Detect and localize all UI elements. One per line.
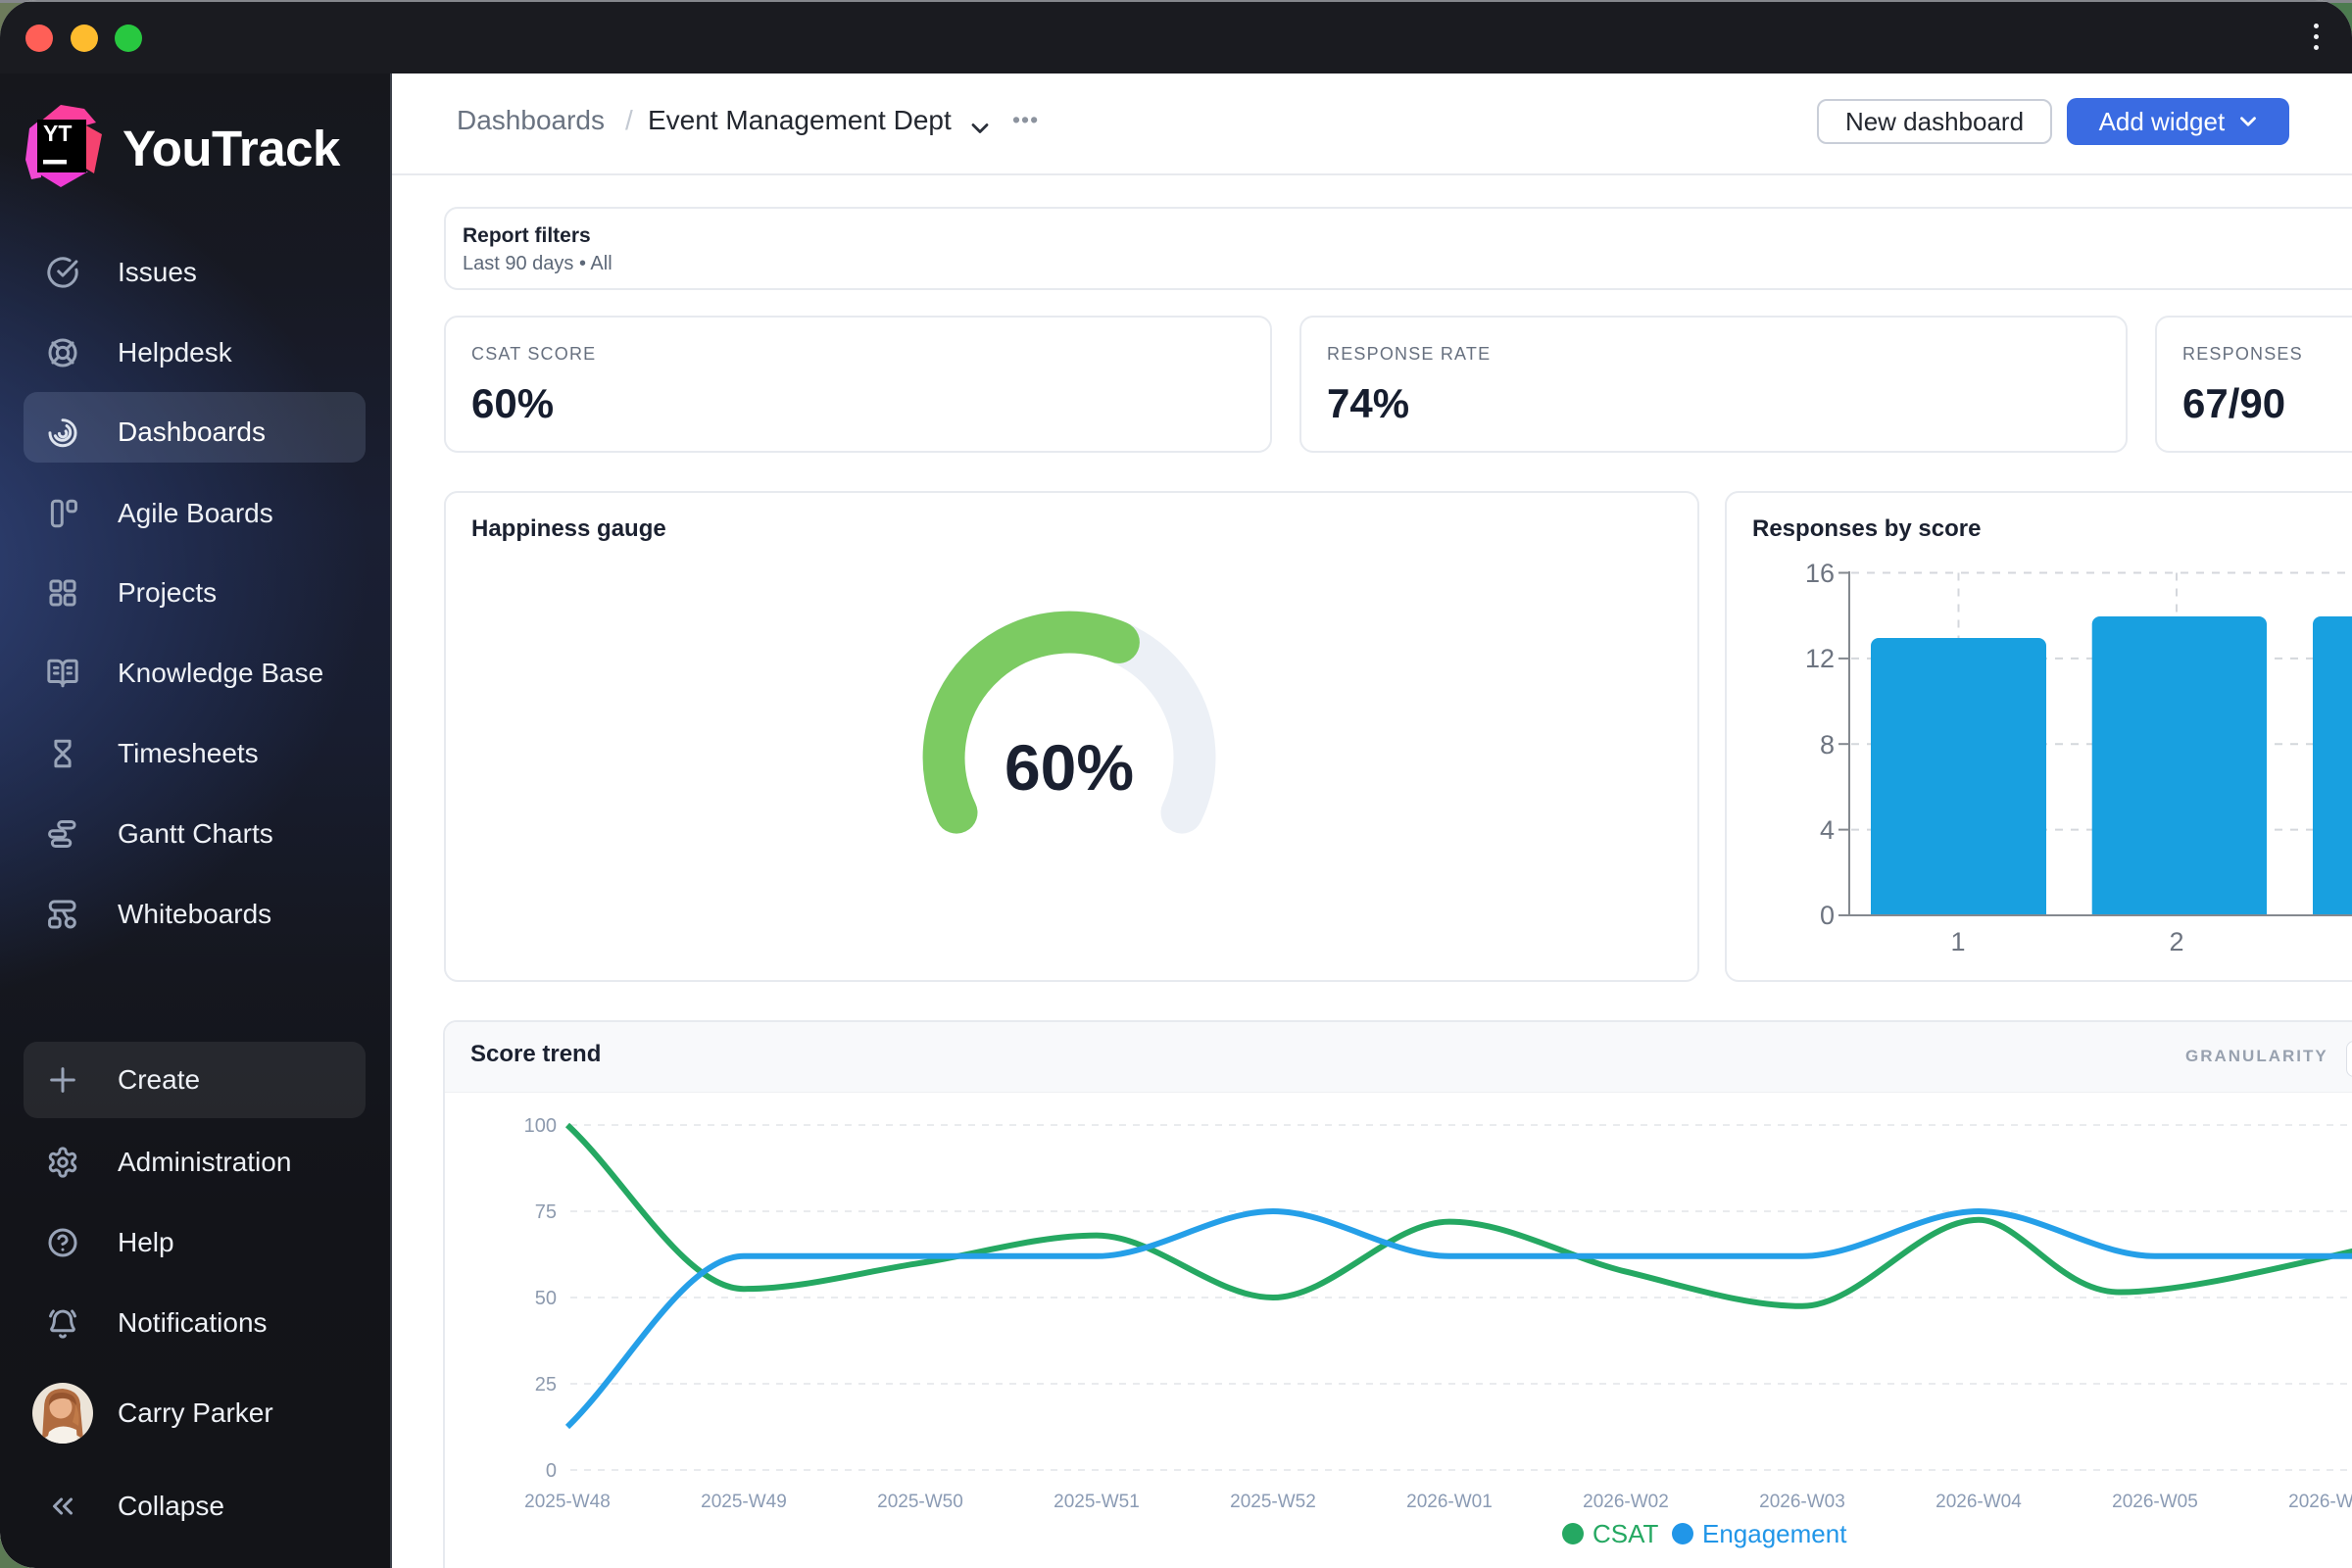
svg-text:YT: YT xyxy=(43,121,72,146)
svg-text:60%: 60% xyxy=(1004,731,1134,804)
svg-text:50: 50 xyxy=(535,1288,557,1309)
svg-text:0: 0 xyxy=(546,1460,557,1482)
svg-text:2025-W48: 2025-W48 xyxy=(524,1492,611,1512)
svg-text:2026-W05: 2026-W05 xyxy=(2112,1492,2198,1512)
svg-text:2026-W03: 2026-W03 xyxy=(1759,1492,1845,1512)
svg-text:100: 100 xyxy=(524,1115,557,1137)
svg-text:12: 12 xyxy=(1805,644,1835,673)
svg-text:2026-W02: 2026-W02 xyxy=(1583,1492,1669,1512)
svg-text:CSAT: CSAT xyxy=(1592,1519,1659,1548)
svg-text:2025-W49: 2025-W49 xyxy=(701,1492,787,1512)
svg-text:16: 16 xyxy=(1805,559,1835,588)
svg-text:1: 1 xyxy=(1950,927,1965,956)
svg-text:75: 75 xyxy=(535,1201,557,1223)
svg-text:25: 25 xyxy=(535,1374,557,1396)
svg-text:2026-W06: 2026-W06 xyxy=(2288,1492,2352,1512)
svg-text:8: 8 xyxy=(1820,730,1835,760)
svg-text:4: 4 xyxy=(1820,815,1835,845)
svg-text:Engagement: Engagement xyxy=(1702,1519,1847,1548)
svg-text:2026-W01: 2026-W01 xyxy=(1406,1492,1493,1512)
svg-text:2025-W51: 2025-W51 xyxy=(1054,1492,1140,1512)
svg-text:2025-W52: 2025-W52 xyxy=(1230,1492,1316,1512)
svg-text:2: 2 xyxy=(2169,927,2183,956)
svg-text:2025-W50: 2025-W50 xyxy=(877,1492,963,1512)
svg-text:0: 0 xyxy=(1820,901,1835,930)
svg-text:2026-W04: 2026-W04 xyxy=(1936,1492,2022,1512)
